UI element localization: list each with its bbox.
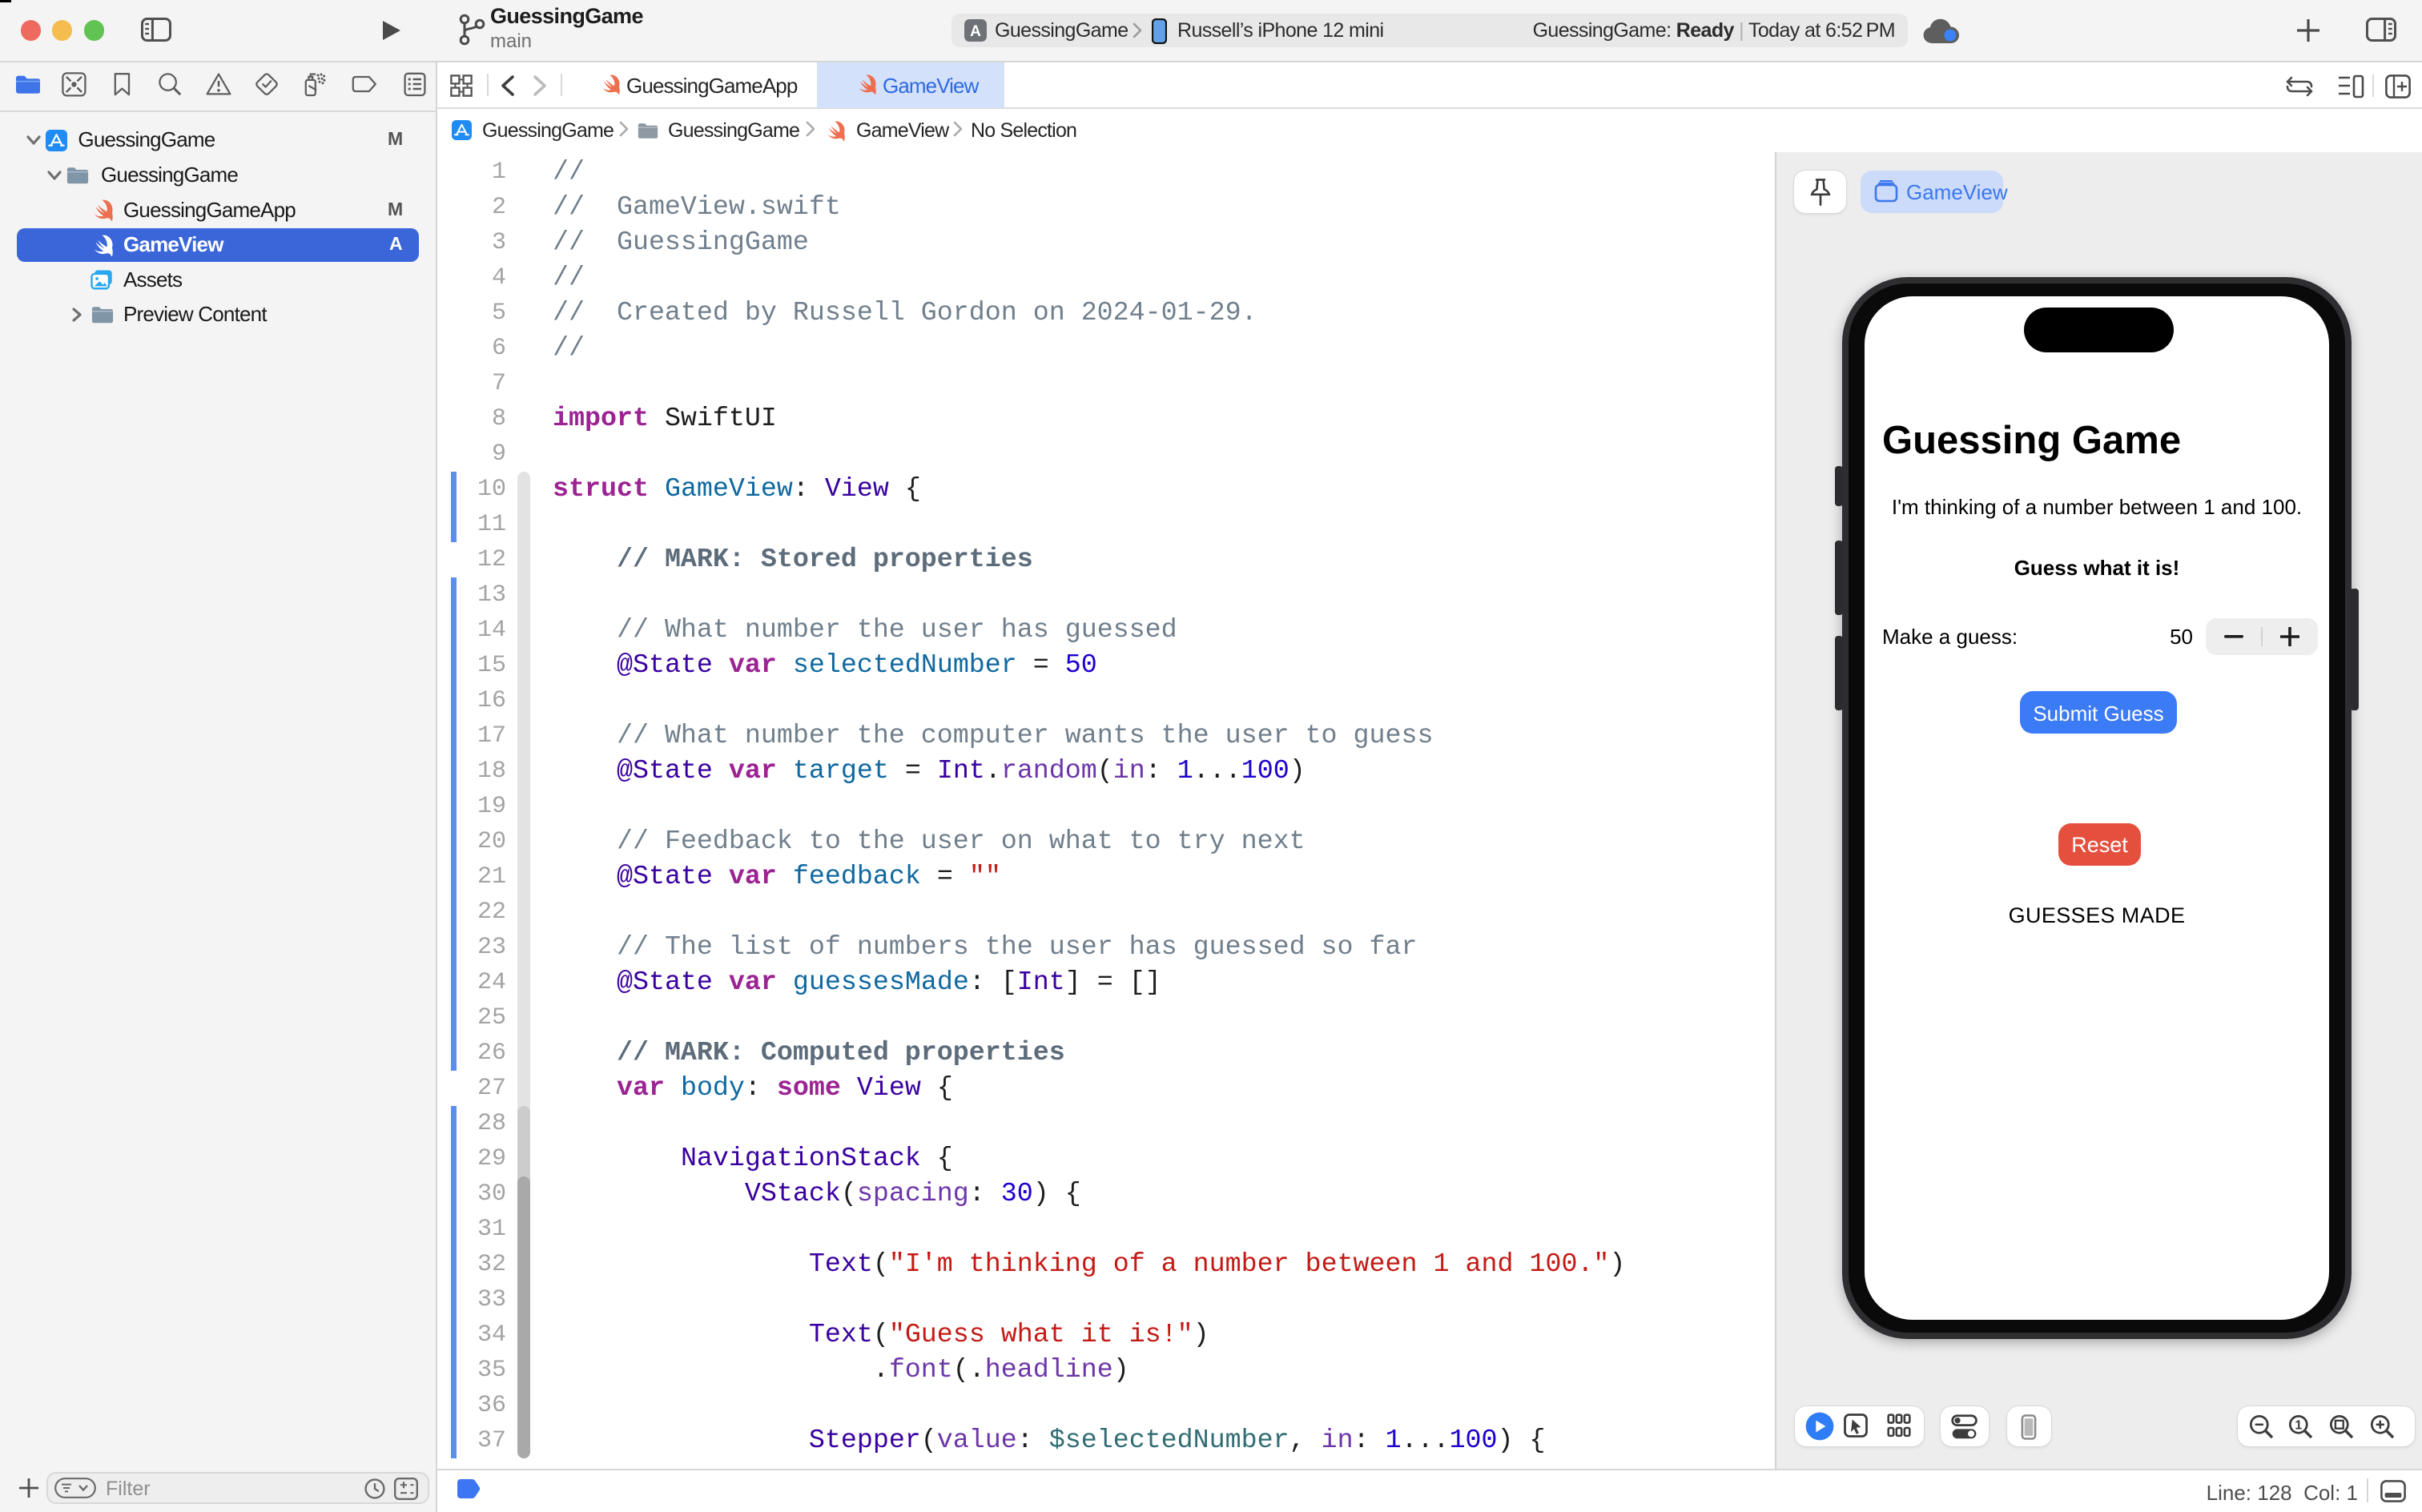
svg-text:1: 1 <box>2295 1418 2302 1432</box>
